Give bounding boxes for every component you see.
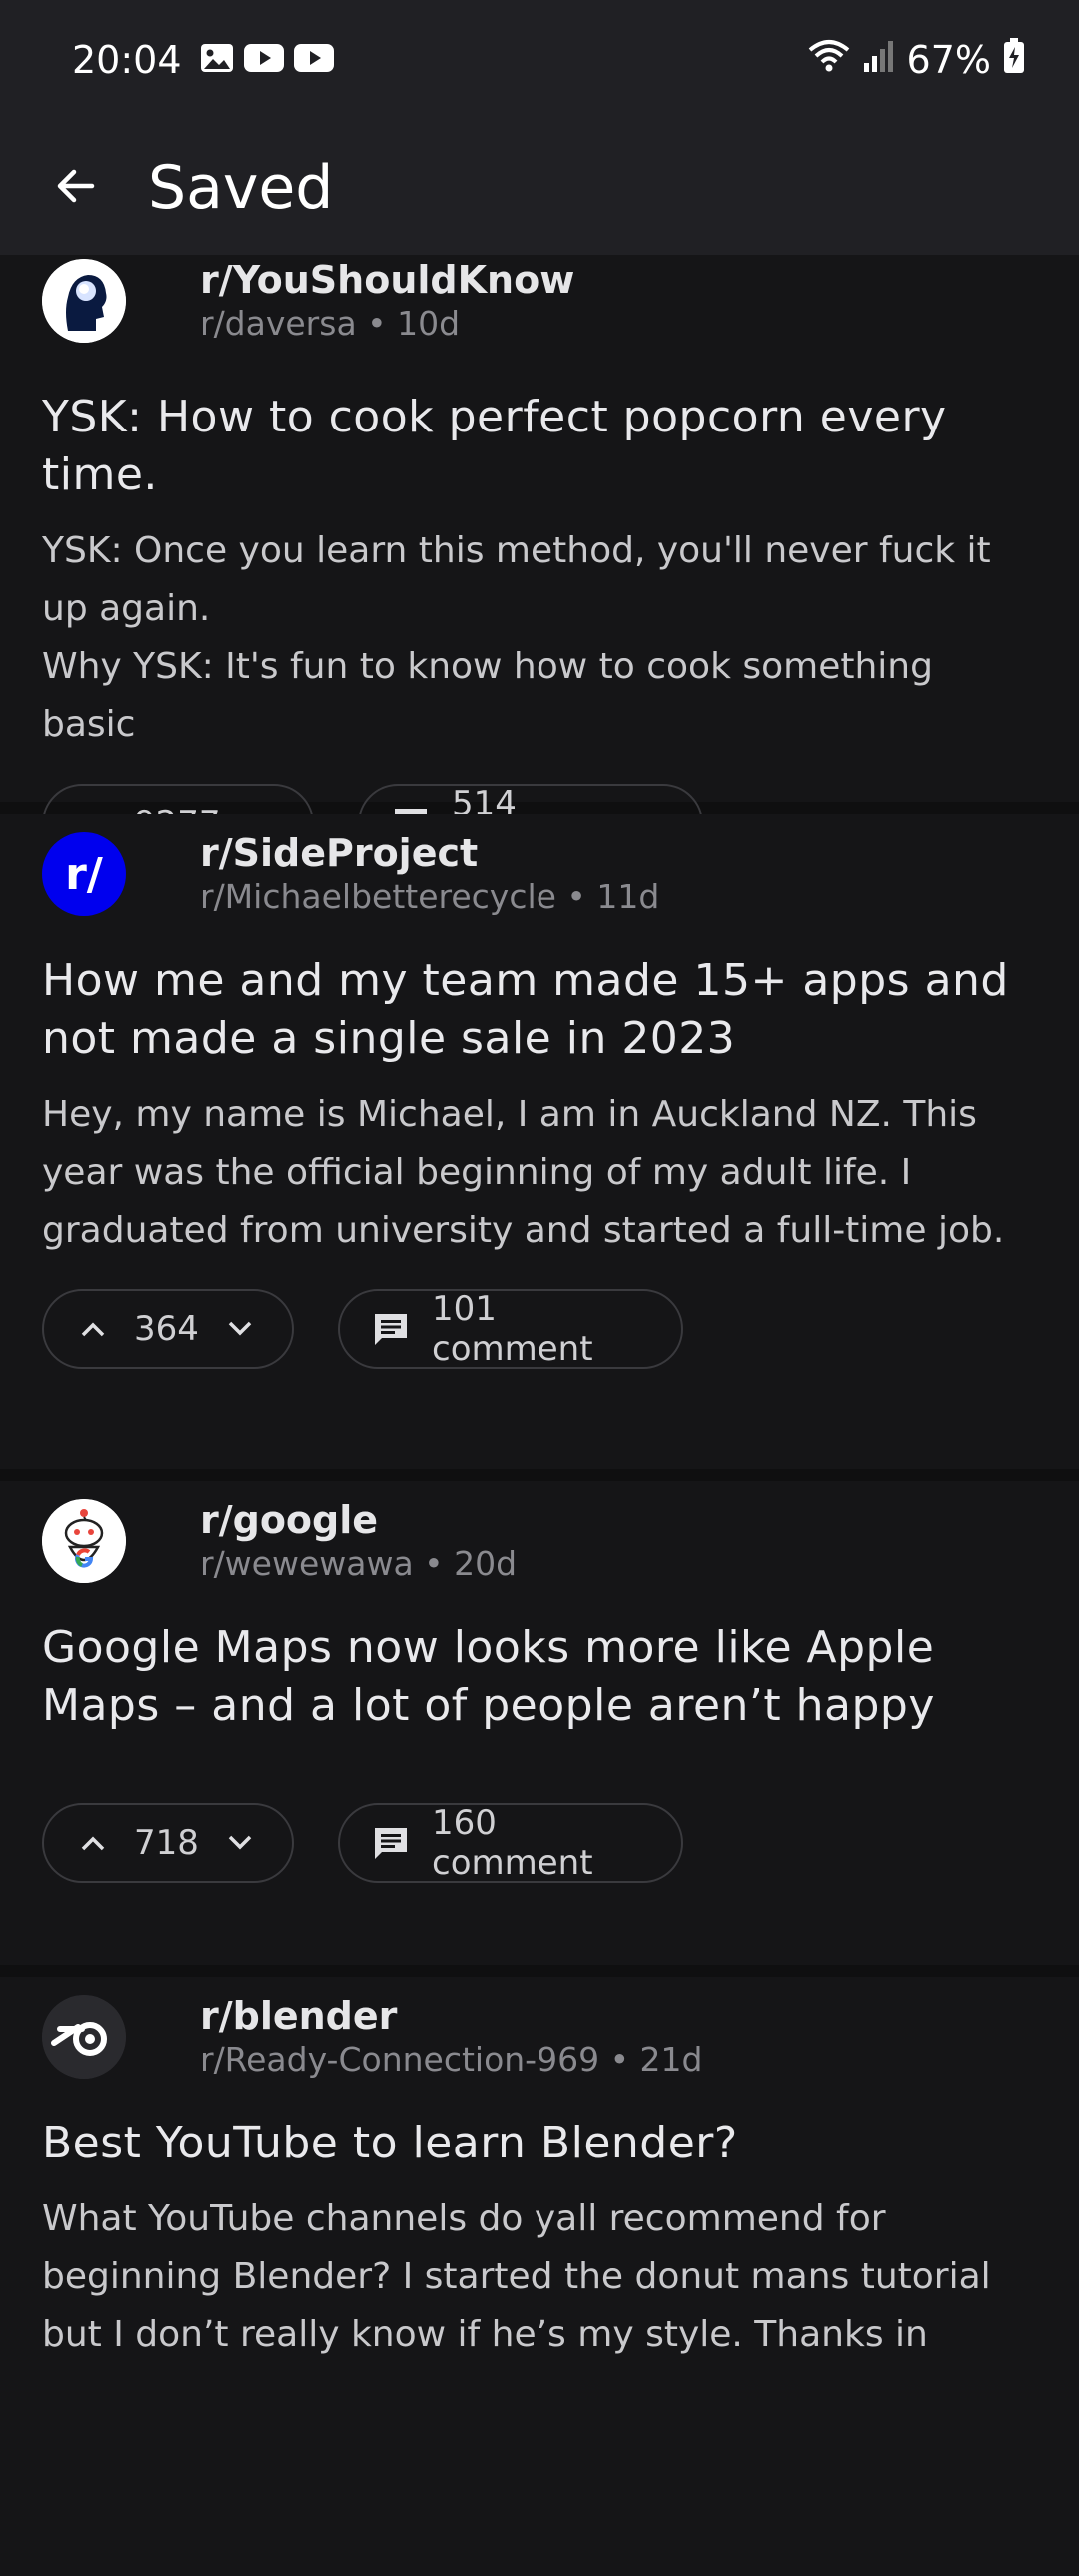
status-right: 67%: [807, 37, 1025, 83]
avatar-text: r/: [65, 848, 103, 900]
post-body: What YouTube channels do yall recommend …: [42, 2198, 991, 2355]
status-time: 20:04: [72, 38, 182, 82]
status-bar: 20:04 67%: [0, 0, 1079, 120]
back-button[interactable]: [44, 156, 108, 220]
subreddit-name[interactable]: r/google: [200, 1497, 517, 1543]
vote-control: 364: [42, 1289, 294, 1369]
upvote-icon[interactable]: [80, 1834, 106, 1852]
subreddit-name[interactable]: r/SideProject: [200, 830, 659, 876]
saved-feed[interactable]: r/YouShouldKnow r/daversa • 10d YSK: How…: [0, 255, 1079, 2576]
photo-icon: [200, 43, 234, 77]
subreddit-name[interactable]: r/blender: [200, 1993, 702, 2039]
vote-control: 718: [42, 1803, 294, 1883]
comment-count: 101 comment: [432, 1289, 593, 1369]
post-author-time: r/Michaelbetterecycle • 11d: [200, 877, 660, 916]
subreddit-avatar[interactable]: [42, 259, 126, 343]
youtube-icon: [243, 43, 284, 77]
post-title[interactable]: YSK: How to cook perfect popcorn every t…: [42, 389, 1037, 504]
vote-count: 718: [134, 1823, 199, 1863]
downvote-icon[interactable]: [227, 1320, 253, 1338]
app-bar: Saved: [0, 120, 1079, 255]
comment-icon: [372, 1825, 410, 1861]
post-author-time: r/daversa • 10d: [200, 304, 461, 343]
youtube-icon: [293, 43, 334, 77]
signal-icon: [863, 38, 895, 82]
post-card[interactable]: r/google r/wewewawa • 20d Google Maps no…: [0, 1481, 1079, 1965]
comments-button[interactable]: 101 comment: [338, 1289, 683, 1369]
vote-count: 364: [134, 1309, 199, 1349]
subreddit-avatar[interactable]: r/: [42, 832, 126, 916]
post-body: YSK: Once you learn this method, you'll …: [42, 530, 991, 745]
subreddit-avatar[interactable]: [42, 1499, 126, 1583]
wifi-icon: [807, 38, 851, 83]
battery-icon: [1003, 37, 1025, 83]
post-title[interactable]: Google Maps now looks more like Apple Ma…: [42, 1619, 1037, 1735]
comment-count: 160 comment: [432, 1803, 593, 1883]
post-actions: 718 160 comment: [42, 1753, 1037, 1923]
post-body: Hey, my name is Michael, I am in Aucklan…: [42, 1094, 1005, 1251]
downvote-icon[interactable]: [227, 1834, 253, 1852]
comment-icon: [372, 1311, 410, 1347]
post-title[interactable]: How me and my team made 15+ apps and not…: [42, 952, 1037, 1068]
post-actions: 364 101 comment: [42, 1260, 1037, 1409]
post-card[interactable]: r/ r/SideProject r/Michaelbetterecycle •…: [0, 814, 1079, 1469]
post-title[interactable]: Best YouTube to learn Blender?: [42, 2115, 1037, 2172]
notification-icons: [200, 43, 334, 77]
battery-percent: 67%: [906, 38, 991, 82]
comments-button[interactable]: 160 comment: [338, 1803, 683, 1883]
post-author-time: r/wewewawa • 20d: [200, 1544, 518, 1583]
subreddit-avatar[interactable]: [42, 1995, 126, 2079]
page-title: Saved: [148, 152, 334, 223]
back-arrow-icon: [52, 162, 100, 214]
post-card[interactable]: r/blender r/Ready-Connection-969 • 21d B…: [0, 1977, 1079, 2576]
post-author-time: r/Ready-Connection-969 • 21d: [200, 2040, 703, 2079]
post-card[interactable]: r/YouShouldKnow r/daversa • 10d YSK: How…: [0, 255, 1079, 864]
upvote-icon[interactable]: [80, 1320, 106, 1338]
subreddit-name[interactable]: r/YouShouldKnow: [200, 257, 574, 303]
